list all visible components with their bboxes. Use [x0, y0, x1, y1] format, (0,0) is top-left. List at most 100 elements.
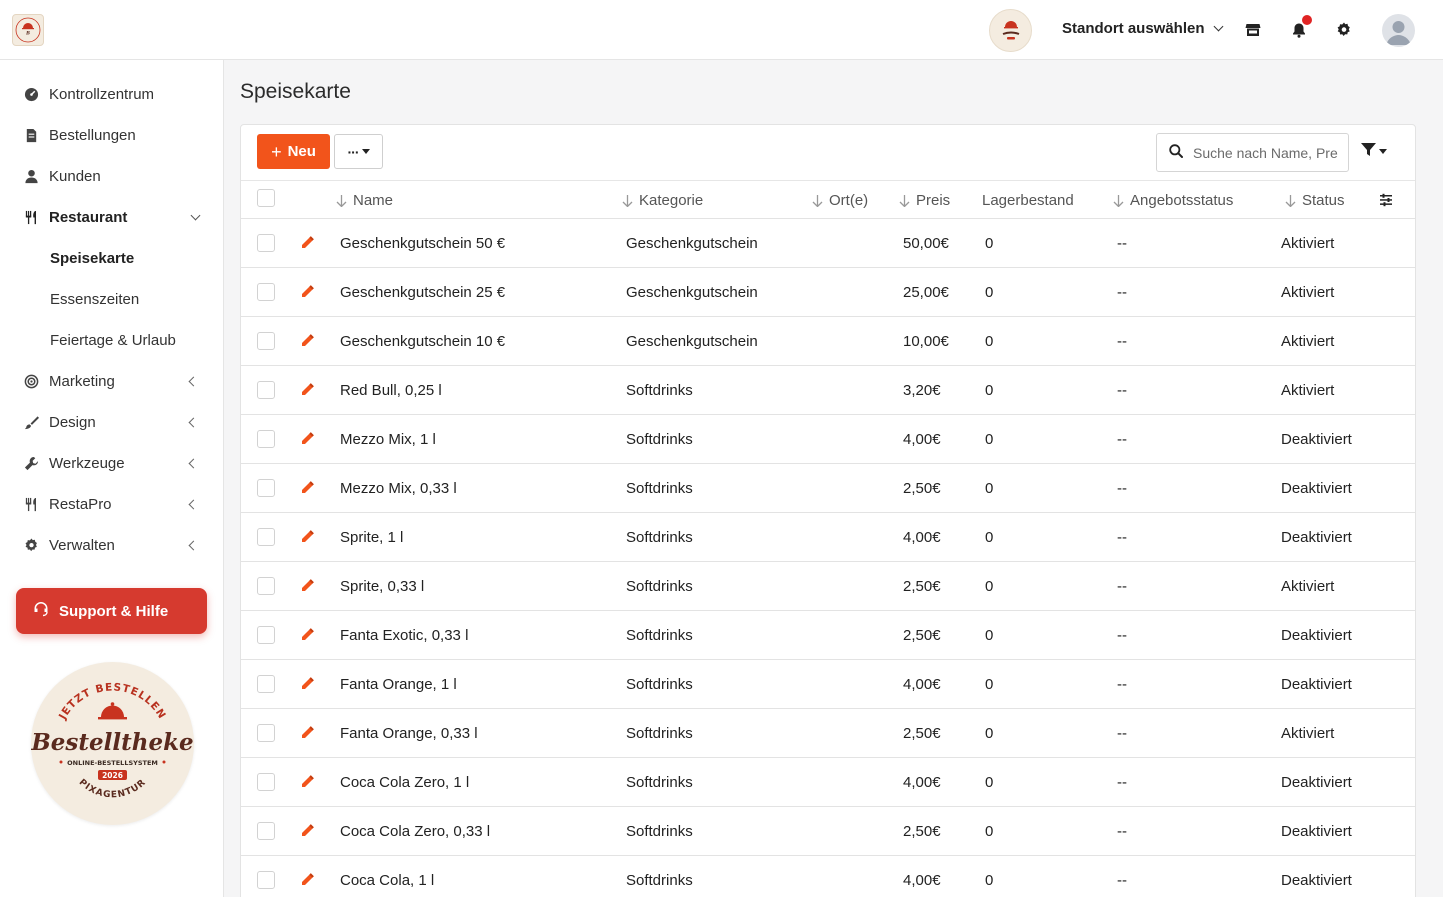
brand-logo[interactable]: B	[12, 14, 44, 46]
cell-price: 2,50€	[903, 578, 941, 595]
cell-price: 4,00€	[903, 774, 941, 791]
edit-pencil-icon[interactable]	[300, 382, 315, 400]
cell-name[interactable]: Geschenkgutschein 10 €	[340, 333, 505, 350]
more-actions-button[interactable]: ···	[334, 134, 383, 169]
row-checkbox[interactable]	[257, 283, 275, 301]
column-header-status[interactable]: Status	[1285, 192, 1345, 209]
table-row[interactable]: Fanta Orange, 0,33 l Softdrinks 2,50€ 0 -- Ak…	[241, 709, 1415, 758]
cell-price: 2,50€	[903, 627, 941, 644]
row-checkbox[interactable]	[257, 724, 275, 742]
row-checkbox[interactable]	[257, 822, 275, 840]
row-checkbox[interactable]	[257, 773, 275, 791]
cell-name[interactable]: Geschenkgutschein 50 €	[340, 235, 505, 252]
table-row[interactable]: Fanta Orange, 1 l Softdrinks 4,00€ 0 -- Deakt…	[241, 660, 1415, 709]
cell-name[interactable]: Sprite, 1 l	[340, 529, 403, 546]
cell-name[interactable]: Fanta Orange, 0,33 l	[340, 725, 478, 742]
column-header-lagerbestand[interactable]: Lagerbestand	[982, 192, 1074, 209]
edit-pencil-icon[interactable]	[300, 725, 315, 743]
column-header-preis[interactable]: Preis	[899, 192, 950, 209]
row-checkbox[interactable]	[257, 234, 275, 252]
sidebar-item-design[interactable]: Design	[0, 402, 223, 443]
sidebar-item-kunden[interactable]: Kunden	[0, 156, 223, 197]
column-header-orte[interactable]: Ort(e)	[812, 192, 868, 209]
table-row[interactable]: Geschenkgutschein 25 € Geschenkgutschein 2…	[241, 268, 1415, 317]
edit-pencil-icon[interactable]	[300, 823, 315, 841]
sidebar-item-kontrollzentrum[interactable]: Kontrollzentrum	[0, 74, 223, 115]
row-checkbox[interactable]	[257, 381, 275, 399]
location-select[interactable]: Standort auswählen	[1062, 20, 1223, 37]
search-field[interactable]	[1156, 133, 1349, 172]
table-row[interactable]: Sprite, 0,33 l Softdrinks 2,50€ 0 -- Aktivier…	[241, 562, 1415, 611]
select-all-checkbox[interactable]	[257, 189, 275, 207]
filter-button[interactable]	[1361, 143, 1387, 159]
column-settings-icon[interactable]	[1379, 193, 1393, 210]
sidebar-item-werkzeuge[interactable]: Werkzeuge	[0, 443, 223, 484]
cell-name[interactable]: Fanta Orange, 1 l	[340, 676, 457, 693]
store-icon[interactable]	[1242, 19, 1264, 41]
cell-name[interactable]: Fanta Exotic, 0,33 l	[340, 627, 468, 644]
sidebar-item-bestellungen[interactable]: Bestellungen	[0, 115, 223, 156]
table-row[interactable]: Sprite, 1 l Softdrinks 4,00€ 0 -- Deaktiviert	[241, 513, 1415, 562]
table-row[interactable]: Coca Cola Zero, 0,33 l Softdrinks 2,50€ 0 --…	[241, 807, 1415, 856]
cell-name[interactable]: Coca Cola, 1 l	[340, 872, 434, 889]
edit-pencil-icon[interactable]	[300, 431, 315, 449]
edit-pencil-icon[interactable]	[300, 872, 315, 890]
gear-icon[interactable]	[1333, 19, 1355, 41]
edit-pencil-icon[interactable]	[300, 578, 315, 596]
edit-pencil-icon[interactable]	[300, 480, 315, 498]
support-button[interactable]: Support & Hilfe	[16, 588, 207, 634]
cell-name[interactable]: Mezzo Mix, 0,33 l	[340, 480, 457, 497]
row-checkbox[interactable]	[257, 332, 275, 350]
table-row[interactable]: Coca Cola, 1 l Softdrinks 4,00€ 0 -- Deaktivi…	[241, 856, 1415, 897]
edit-pencil-icon[interactable]	[300, 284, 315, 302]
sidebar-subitem-essenszeiten[interactable]: Essenszeiten	[50, 291, 139, 308]
sidebar-subitem-feiertage[interactable]: Feiertage & Urlaub	[50, 332, 176, 349]
new-button[interactable]: + Neu	[257, 134, 330, 169]
table-row[interactable]: Geschenkgutschein 10 € Geschenkgutschein 1…	[241, 317, 1415, 366]
row-checkbox[interactable]	[257, 430, 275, 448]
edit-pencil-icon[interactable]	[300, 529, 315, 547]
table-row[interactable]: Fanta Exotic, 0,33 l Softdrinks 2,50€ 0 -- De…	[241, 611, 1415, 660]
cell-stock: 0	[985, 627, 994, 644]
row-checkbox[interactable]	[257, 479, 275, 497]
user-avatar[interactable]	[1382, 14, 1415, 47]
edit-pencil-icon[interactable]	[300, 774, 315, 792]
table-row[interactable]: Red Bull, 0,25 l Softdrinks 3,20€ 0 -- Aktivi…	[241, 366, 1415, 415]
sidebar-item-label: Kunden	[49, 168, 101, 185]
edit-pencil-icon[interactable]	[300, 333, 315, 351]
column-header-angebotsstatus[interactable]: Angebotsstatus	[1113, 192, 1233, 209]
badge-year: 2026	[102, 771, 123, 780]
cell-name[interactable]: Mezzo Mix, 1 l	[340, 431, 436, 448]
edit-pencil-icon[interactable]	[300, 627, 315, 645]
cell-name[interactable]: Geschenkgutschein 25 €	[340, 284, 505, 301]
table-row[interactable]: Mezzo Mix, 0,33 l Softdrinks 2,50€ 0 -- Deakt…	[241, 464, 1415, 513]
row-checkbox[interactable]	[257, 871, 275, 889]
row-checkbox[interactable]	[257, 528, 275, 546]
cell-name[interactable]: Sprite, 0,33 l	[340, 578, 424, 595]
column-header-name[interactable]: Name	[336, 192, 393, 209]
sidebar-item-restaurant[interactable]: Restaurant	[0, 197, 223, 238]
plus-icon: +	[271, 141, 282, 162]
cell-stock: 0	[985, 284, 994, 301]
cell-name[interactable]: Coca Cola Zero, 0,33 l	[340, 823, 490, 840]
cell-stock: 0	[985, 578, 994, 595]
row-checkbox[interactable]	[257, 626, 275, 644]
edit-pencil-icon[interactable]	[300, 676, 315, 694]
table-row[interactable]: Coca Cola Zero, 1 l Softdrinks 4,00€ 0 -- Dea…	[241, 758, 1415, 807]
row-checkbox[interactable]	[257, 577, 275, 595]
search-input[interactable]	[1193, 144, 1338, 161]
sidebar-subitem-speisekarte[interactable]: Speisekarte	[50, 250, 134, 267]
edit-pencil-icon[interactable]	[300, 235, 315, 253]
column-header-kategorie[interactable]: Kategorie	[622, 192, 703, 209]
sidebar-item-marketing[interactable]: Marketing	[0, 361, 223, 402]
table-row[interactable]: Mezzo Mix, 1 l Softdrinks 4,00€ 0 -- Deaktivi…	[241, 415, 1415, 464]
cell-offer-status: --	[1117, 725, 1127, 742]
bestelltheke-badge[interactable]: JETZT BESTELLEN Bestelltheke ONLINE-BEST…	[30, 662, 194, 825]
sidebar-item-restapro[interactable]: RestaPro	[0, 484, 223, 525]
bell-icon[interactable]	[1288, 15, 1312, 41]
sidebar-item-verwalten[interactable]: Verwalten	[0, 525, 223, 566]
row-checkbox[interactable]	[257, 675, 275, 693]
cell-name[interactable]: Coca Cola Zero, 1 l	[340, 774, 469, 791]
cell-name[interactable]: Red Bull, 0,25 l	[340, 382, 442, 399]
table-row[interactable]: Geschenkgutschein 50 € Geschenkgutschein 5…	[241, 219, 1415, 268]
